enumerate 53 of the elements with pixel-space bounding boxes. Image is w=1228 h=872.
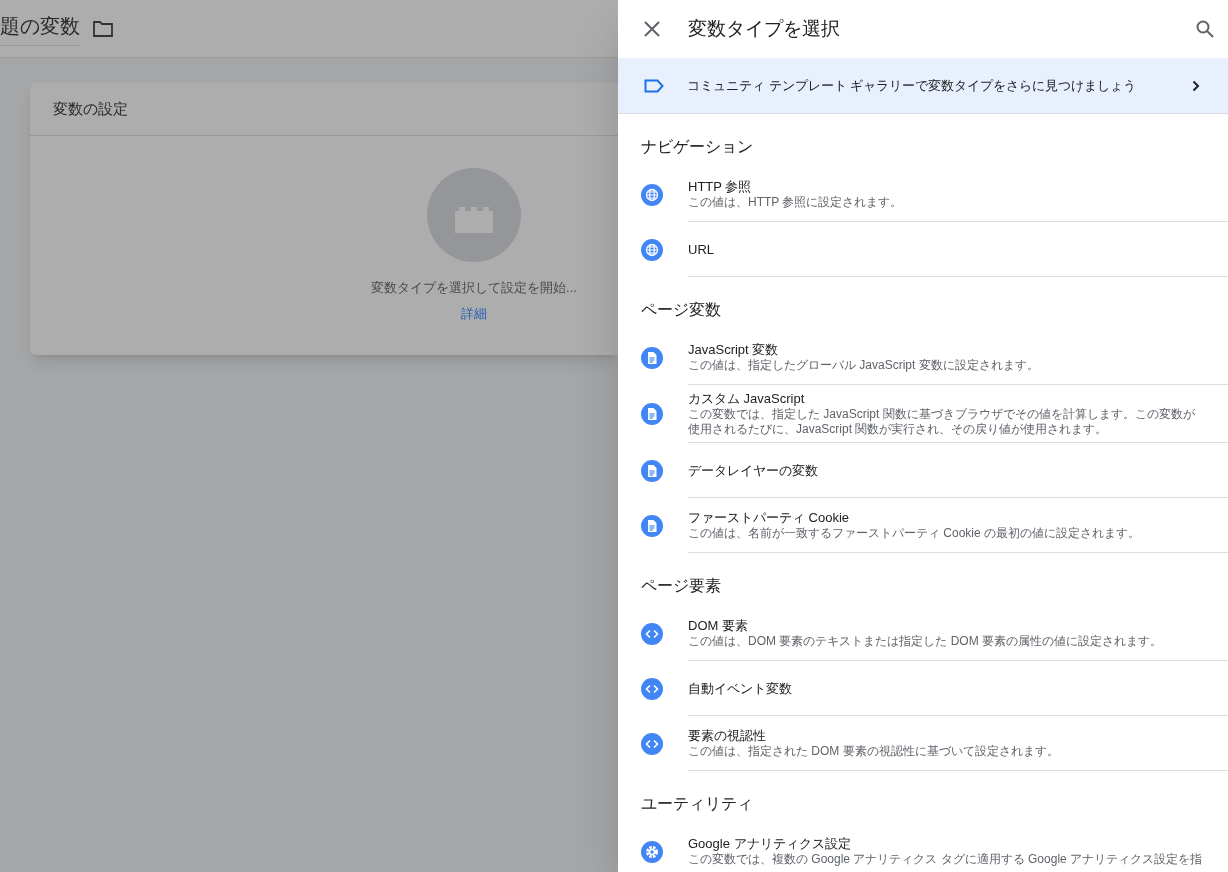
brick-icon: [427, 168, 521, 262]
section-heading: ページ要素: [641, 576, 721, 596]
code-icon: [641, 732, 663, 755]
banner-text: コミュニティ テンプレート ギャラリーで変数タイプをさらに見つけましょう: [687, 76, 1137, 95]
item-title: データレイヤーの変数: [688, 461, 819, 479]
document-icon: [641, 514, 663, 537]
gallery-banner[interactable]: コミュニティ テンプレート ギャラリーで変数タイプをさらに見つけましょう: [618, 58, 1228, 114]
item-description: この値は、DOM 要素のテキストまたは指定した DOM 要素の属性の値に設定されます。: [688, 634, 1163, 649]
item-description: この変数では、指定した JavaScript 関数に基づきブラウザでその値を計算します。この変数が使用されるたびに、JavaScript 関数が実行され、その戻り値が使用されます。: [688, 407, 1196, 437]
item-title: 要素の視認性: [688, 727, 767, 744]
item-title: ファーストパーティ Cookie: [688, 509, 851, 526]
variable-type-item[interactable]: ファーストパーティ Cookie この値は、名前が一致するファーストパーティ Cookie の最初の値に設定されます。: [688, 498, 1228, 553]
gear-icon: [641, 840, 663, 863]
page-title: 題の変数: [0, 11, 80, 46]
code-icon: [641, 677, 663, 700]
variable-type-item[interactable]: カスタム JavaScript この変数では、指定した JavaScript 関数に基づきブラウザでその値を計算します。この変数が使用されるたびに、JavaScript 関数が実行され、その戻り値が使用されます。: [688, 385, 1228, 443]
globe-icon: [641, 238, 663, 261]
globe-icon: [641, 183, 663, 206]
variable-type-item[interactable]: Google アナリティクス設定 この変数では、複数の Google アナリティクス タグに適用する Google アナリティクス設定を指: [688, 824, 1228, 872]
folder-icon[interactable]: [92, 19, 114, 38]
item-title: Google アナリティクス設定: [688, 835, 852, 852]
hint-text: 変数タイプを選択して設定を開始...: [371, 279, 577, 297]
tag-icon: [644, 78, 664, 93]
document-icon: [641, 459, 663, 482]
close-icon[interactable]: [644, 21, 660, 37]
panel-title: 変数タイプを選択: [688, 16, 840, 41]
item-description: この値は、指定したグローバル JavaScript 変数に設定されます。: [688, 358, 1040, 373]
document-icon: [641, 403, 663, 425]
variable-type-item[interactable]: HTTP 参照 この値は、HTTP 参照に設定されます。: [688, 167, 1228, 222]
item-title: JavaScript 変数: [688, 341, 780, 358]
item-description: この値は、名前が一致するファーストパーティ Cookie の最初の値に設定されます。: [688, 526, 1142, 541]
item-title: 自動イベント変数: [688, 679, 793, 697]
chevron-right-icon: [1192, 79, 1200, 92]
item-title: URL: [688, 240, 715, 258]
variable-type-item[interactable]: 自動イベント変数: [688, 661, 1228, 716]
item-description: この値は、HTTP 参照に設定されます。: [688, 195, 904, 210]
code-icon: [641, 622, 663, 645]
item-description: この変数では、複数の Google アナリティクス タグに適用する Google アナリティクス設定を指: [688, 852, 1204, 867]
variable-type-item[interactable]: データレイヤーの変数: [688, 443, 1228, 498]
document-icon: [641, 346, 663, 369]
section-heading: ユーティリティ: [641, 794, 753, 814]
card-title: 変数の設定: [53, 98, 128, 119]
variable-type-item[interactable]: DOM 要素 この値は、DOM 要素のテキストまたは指定した DOM 要素の属性の値に設定されます。: [688, 606, 1228, 661]
item-title: DOM 要素: [688, 617, 749, 634]
search-icon[interactable]: [1196, 20, 1214, 38]
variable-type-item[interactable]: 要素の視認性 この値は、指定された DOM 要素の視認性に基づいて設定されます。: [688, 716, 1228, 771]
section-heading: ページ変数: [641, 300, 721, 320]
section-heading: ナビゲーション: [641, 137, 753, 157]
variable-type-item[interactable]: JavaScript 変数 この値は、指定したグローバル JavaScript 変数に設定されます。: [688, 330, 1228, 385]
item-title: カスタム JavaScript: [688, 390, 806, 407]
variable-type-item[interactable]: URL: [688, 222, 1228, 277]
item-description: この値は、指定された DOM 要素の視認性に基づいて設定されます。: [688, 744, 1060, 759]
item-title: HTTP 参照: [688, 178, 753, 195]
